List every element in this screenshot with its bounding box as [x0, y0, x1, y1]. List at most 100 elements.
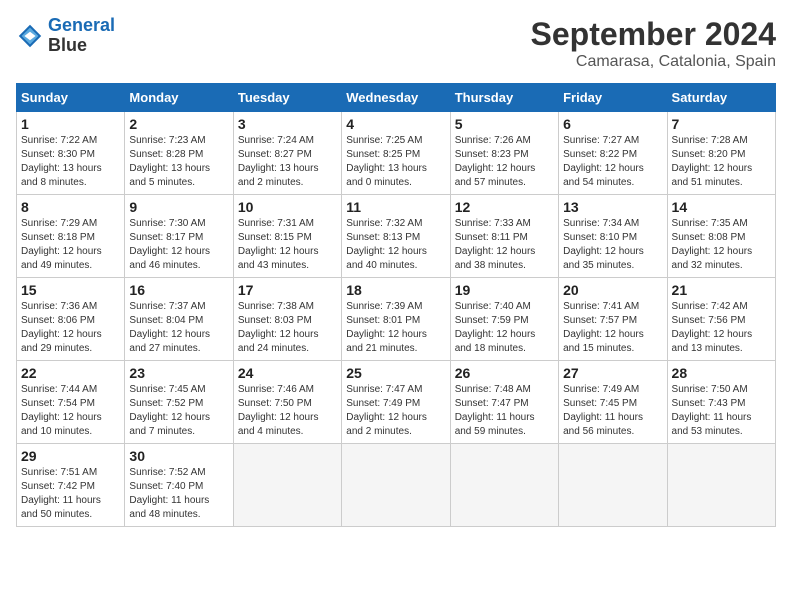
calendar-day-cell: 14 Sunrise: 7:35 AM Sunset: 8:08 PM Dayli…: [667, 195, 775, 278]
day-number: 19: [455, 282, 554, 298]
calendar-day-cell: 15 Sunrise: 7:36 AM Sunset: 8:06 PM Dayli…: [17, 278, 125, 361]
day-info: Sunrise: 7:33 AM Sunset: 8:11 PM Dayligh…: [455, 217, 554, 273]
calendar-day-cell: 27 Sunrise: 7:49 AM Sunset: 7:45 PM Dayli…: [559, 361, 667, 444]
day-info: Sunrise: 7:47 AM Sunset: 7:49 PM Dayligh…: [346, 383, 445, 439]
day-number: 28: [672, 365, 771, 381]
day-number: 26: [455, 365, 554, 381]
calendar-day-cell: 19 Sunrise: 7:40 AM Sunset: 7:59 PM Dayli…: [450, 278, 558, 361]
location-subtitle: Camarasa, Catalonia, Spain: [531, 53, 776, 71]
weekday-header: Sunday: [17, 84, 125, 112]
day-number: 6: [563, 116, 662, 132]
calendar-day-cell: 4Sunrise: 7:25 AM Sunset: 8:25 PM Daylig…: [342, 112, 450, 195]
calendar-day-cell: 30 Sunrise: 7:52 AM Sunset: 7:40 PM Dayli…: [125, 444, 233, 527]
logo-line2: Blue: [48, 36, 115, 56]
day-number: 20: [563, 282, 662, 298]
weekday-header: Saturday: [667, 84, 775, 112]
logo-icon: [16, 22, 44, 50]
calendar-day-cell: 13 Sunrise: 7:34 AM Sunset: 8:10 PM Dayli…: [559, 195, 667, 278]
calendar-day-cell: 12Sunrise: 7:33 AM Sunset: 8:11 PM Dayli…: [450, 195, 558, 278]
calendar-day-cell: 3 Sunrise: 7:24 AM Sunset: 8:27 PM Daylig…: [233, 112, 341, 195]
day-number: 27: [563, 365, 662, 381]
calendar-day-cell: 9Sunrise: 7:30 AM Sunset: 8:17 PM Daylig…: [125, 195, 233, 278]
day-number: 10: [238, 199, 337, 215]
day-info: Sunrise: 7:52 AM Sunset: 7:40 PM Dayligh…: [129, 466, 228, 522]
day-number: 29: [21, 448, 120, 464]
day-number: 1: [21, 116, 120, 132]
day-info: Sunrise: 7:39 AM Sunset: 8:01 PM Dayligh…: [346, 300, 445, 356]
day-info: Sunrise: 7:23 AM Sunset: 8:28 PM Dayligh…: [129, 134, 228, 190]
calendar-day-cell: 6 Sunrise: 7:27 AM Sunset: 8:22 PM Daylig…: [559, 112, 667, 195]
calendar-day-cell: 25 Sunrise: 7:47 AM Sunset: 7:49 PM Dayli…: [342, 361, 450, 444]
calendar-day-cell: [342, 444, 450, 527]
day-number: 5: [455, 116, 554, 132]
calendar-day-cell: 11 Sunrise: 7:32 AM Sunset: 8:13 PM Dayli…: [342, 195, 450, 278]
day-number: 30: [129, 448, 228, 464]
calendar-table: SundayMondayTuesdayWednesdayThursdayFrid…: [16, 83, 776, 527]
day-number: 15: [21, 282, 120, 298]
day-info: Sunrise: 7:48 AM Sunset: 7:47 PM Dayligh…: [455, 383, 554, 439]
calendar-day-cell: 20 Sunrise: 7:41 AM Sunset: 7:57 PM Dayli…: [559, 278, 667, 361]
page-header: General Blue September 2024 Camarasa, Ca…: [16, 16, 776, 71]
day-info: Sunrise: 7:25 AM Sunset: 8:25 PM Dayligh…: [346, 134, 445, 190]
calendar-day-cell: [233, 444, 341, 527]
day-info: Sunrise: 7:32 AM Sunset: 8:13 PM Dayligh…: [346, 217, 445, 273]
day-number: 8: [21, 199, 120, 215]
calendar-day-cell: [667, 444, 775, 527]
calendar-week-row: 29Sunrise: 7:51 AM Sunset: 7:42 PM Dayli…: [17, 444, 776, 527]
calendar-day-cell: 18Sunrise: 7:39 AM Sunset: 8:01 PM Dayli…: [342, 278, 450, 361]
calendar-body: 1 Sunrise: 7:22 AM Sunset: 8:30 PM Daylig…: [17, 112, 776, 527]
calendar-day-cell: 10 Sunrise: 7:31 AM Sunset: 8:15 PM Dayli…: [233, 195, 341, 278]
day-number: 25: [346, 365, 445, 381]
calendar-week-row: 15 Sunrise: 7:36 AM Sunset: 8:06 PM Dayli…: [17, 278, 776, 361]
day-info: Sunrise: 7:44 AM Sunset: 7:54 PM Dayligh…: [21, 383, 120, 439]
calendar-day-cell: 21Sunrise: 7:42 AM Sunset: 7:56 PM Dayli…: [667, 278, 775, 361]
day-info: Sunrise: 7:35 AM Sunset: 8:08 PM Dayligh…: [672, 217, 771, 273]
day-info: Sunrise: 7:41 AM Sunset: 7:57 PM Dayligh…: [563, 300, 662, 356]
day-info: Sunrise: 7:29 AM Sunset: 8:18 PM Dayligh…: [21, 217, 120, 273]
day-info: Sunrise: 7:49 AM Sunset: 7:45 PM Dayligh…: [563, 383, 662, 439]
calendar-week-row: 1 Sunrise: 7:22 AM Sunset: 8:30 PM Daylig…: [17, 112, 776, 195]
day-number: 16: [129, 282, 228, 298]
day-number: 14: [672, 199, 771, 215]
day-info: Sunrise: 7:36 AM Sunset: 8:06 PM Dayligh…: [21, 300, 120, 356]
day-number: 13: [563, 199, 662, 215]
calendar-day-cell: 5 Sunrise: 7:26 AM Sunset: 8:23 PM Daylig…: [450, 112, 558, 195]
calendar-day-cell: 16Sunrise: 7:37 AM Sunset: 8:04 PM Dayli…: [125, 278, 233, 361]
calendar-day-cell: 7 Sunrise: 7:28 AM Sunset: 8:20 PM Daylig…: [667, 112, 775, 195]
header-row: SundayMondayTuesdayWednesdayThursdayFrid…: [17, 84, 776, 112]
day-info: Sunrise: 7:26 AM Sunset: 8:23 PM Dayligh…: [455, 134, 554, 190]
day-info: Sunrise: 7:40 AM Sunset: 7:59 PM Dayligh…: [455, 300, 554, 356]
calendar-week-row: 8 Sunrise: 7:29 AM Sunset: 8:18 PM Daylig…: [17, 195, 776, 278]
title-area: September 2024 Camarasa, Catalonia, Spai…: [531, 16, 776, 71]
day-info: Sunrise: 7:24 AM Sunset: 8:27 PM Dayligh…: [238, 134, 337, 190]
day-info: Sunrise: 7:42 AM Sunset: 7:56 PM Dayligh…: [672, 300, 771, 356]
day-number: 3: [238, 116, 337, 132]
weekday-header: Friday: [559, 84, 667, 112]
day-number: 23: [129, 365, 228, 381]
calendar-day-cell: 29Sunrise: 7:51 AM Sunset: 7:42 PM Dayli…: [17, 444, 125, 527]
day-info: Sunrise: 7:38 AM Sunset: 8:03 PM Dayligh…: [238, 300, 337, 356]
day-number: 17: [238, 282, 337, 298]
calendar-day-cell: 22 Sunrise: 7:44 AM Sunset: 7:54 PM Dayli…: [17, 361, 125, 444]
day-number: 11: [346, 199, 445, 215]
day-number: 22: [21, 365, 120, 381]
day-info: Sunrise: 7:28 AM Sunset: 8:20 PM Dayligh…: [672, 134, 771, 190]
day-info: Sunrise: 7:22 AM Sunset: 8:30 PM Dayligh…: [21, 134, 120, 190]
logo-line1: General: [48, 15, 115, 35]
day-info: Sunrise: 7:31 AM Sunset: 8:15 PM Dayligh…: [238, 217, 337, 273]
month-title: September 2024: [531, 16, 776, 53]
calendar-day-cell: 1 Sunrise: 7:22 AM Sunset: 8:30 PM Daylig…: [17, 112, 125, 195]
day-info: Sunrise: 7:50 AM Sunset: 7:43 PM Dayligh…: [672, 383, 771, 439]
logo-text: General Blue: [48, 16, 115, 56]
day-number: 9: [129, 199, 228, 215]
calendar-day-cell: 17 Sunrise: 7:38 AM Sunset: 8:03 PM Dayli…: [233, 278, 341, 361]
calendar-day-cell: 28 Sunrise: 7:50 AM Sunset: 7:43 PM Dayli…: [667, 361, 775, 444]
weekday-header: Monday: [125, 84, 233, 112]
day-info: Sunrise: 7:46 AM Sunset: 7:50 PM Dayligh…: [238, 383, 337, 439]
calendar-day-cell: 2Sunrise: 7:23 AM Sunset: 8:28 PM Daylig…: [125, 112, 233, 195]
day-info: Sunrise: 7:27 AM Sunset: 8:22 PM Dayligh…: [563, 134, 662, 190]
day-number: 7: [672, 116, 771, 132]
day-number: 24: [238, 365, 337, 381]
calendar-day-cell: 8 Sunrise: 7:29 AM Sunset: 8:18 PM Daylig…: [17, 195, 125, 278]
day-info: Sunrise: 7:34 AM Sunset: 8:10 PM Dayligh…: [563, 217, 662, 273]
